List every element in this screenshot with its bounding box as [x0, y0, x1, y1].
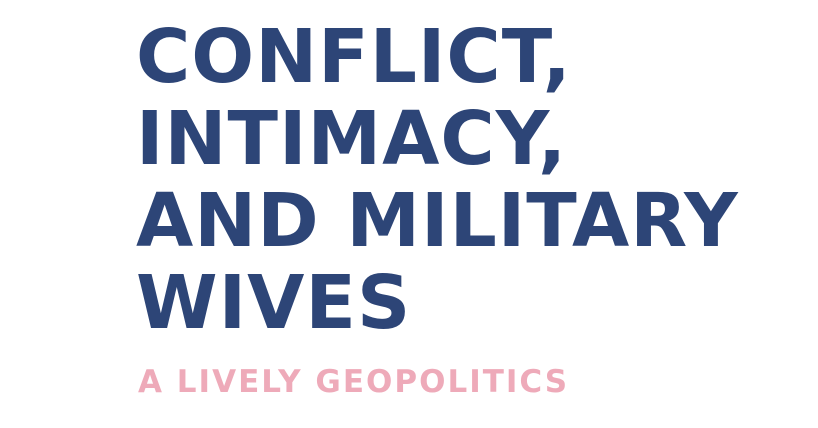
book-subtitle: A LIVELY GEOPOLITICS — [138, 364, 570, 400]
title-line-3: AND MILITARY — [136, 178, 739, 264]
title-line-1: CONFLICT, — [136, 14, 572, 100]
title-line-4: WIVES — [136, 260, 412, 346]
title-line-2: INTIMACY, — [136, 96, 568, 182]
book-cover: CONFLICT, INTIMACY, AND MILITARY WIVES A… — [0, 0, 818, 428]
book-title: CONFLICT, INTIMACY, AND MILITARY WIVES — [136, 16, 739, 344]
